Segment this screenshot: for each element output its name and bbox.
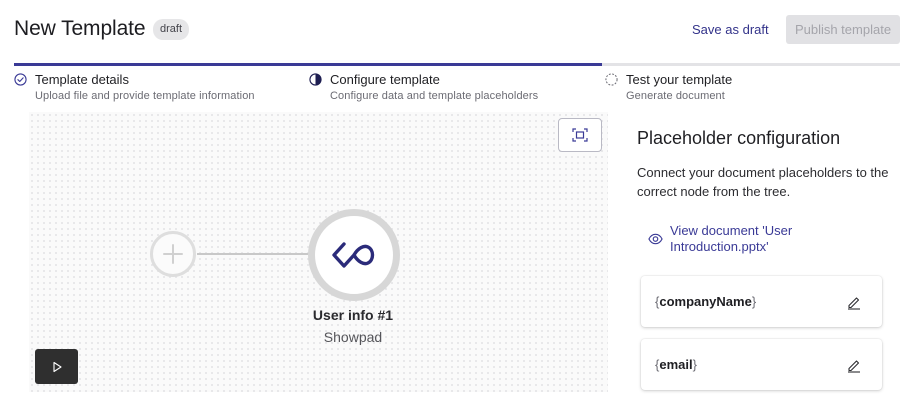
step-label: Configure template xyxy=(330,72,440,87)
node-title: User info #1 xyxy=(312,307,394,323)
panel-description: Connect your document placeholders to th… xyxy=(637,165,889,199)
step-sublabel: Configure data and template placeholders xyxy=(330,90,539,102)
data-source-node[interactable] xyxy=(308,209,400,301)
node-connector xyxy=(197,253,309,255)
placeholder-card[interactable]: {email} xyxy=(641,339,882,390)
flow-canvas[interactable]: User info #1 Showpad xyxy=(29,112,608,392)
pencil-icon[interactable] xyxy=(846,294,862,310)
pencil-icon[interactable] xyxy=(846,357,862,373)
view-document-link[interactable]: View document 'User Introduction.pptx' xyxy=(648,223,898,257)
node-subtitle: Showpad xyxy=(323,329,383,345)
fit-to-screen-button[interactable] xyxy=(558,118,602,152)
add-node-button[interactable] xyxy=(150,231,196,277)
dashed-circle-icon xyxy=(605,73,618,86)
step-sublabel: Generate document xyxy=(626,90,725,102)
plus-icon xyxy=(163,244,183,264)
step-label: Template details xyxy=(35,72,129,87)
placeholder-name: {email} xyxy=(655,357,697,372)
panel-title: Placeholder configuration xyxy=(637,128,841,148)
half-circle-icon xyxy=(309,73,322,86)
step-progress-bar xyxy=(14,63,900,66)
page-header: New Template draft Save as draft Publish… xyxy=(0,0,920,62)
check-circle-icon xyxy=(14,73,27,86)
publish-template-button[interactable]: Publish template xyxy=(786,15,900,44)
step-sublabel: Upload file and provide template informa… xyxy=(35,90,255,102)
page-title: New Template xyxy=(14,17,146,40)
eye-icon xyxy=(648,233,663,245)
fit-to-screen-icon xyxy=(572,128,588,142)
view-document-label: View document 'User Introduction.pptx' xyxy=(670,223,793,254)
save-as-draft-button[interactable]: Save as draft xyxy=(688,18,773,42)
play-icon xyxy=(52,361,62,372)
step-progress-fill xyxy=(14,63,603,66)
status-badge: draft xyxy=(153,19,190,40)
play-button[interactable] xyxy=(35,349,78,384)
placeholder-name: {companyName} xyxy=(655,294,757,309)
placeholder-card[interactable]: {companyName} xyxy=(641,276,882,327)
step-label: Test your template xyxy=(626,72,733,87)
infinity-logo-icon xyxy=(332,242,375,268)
